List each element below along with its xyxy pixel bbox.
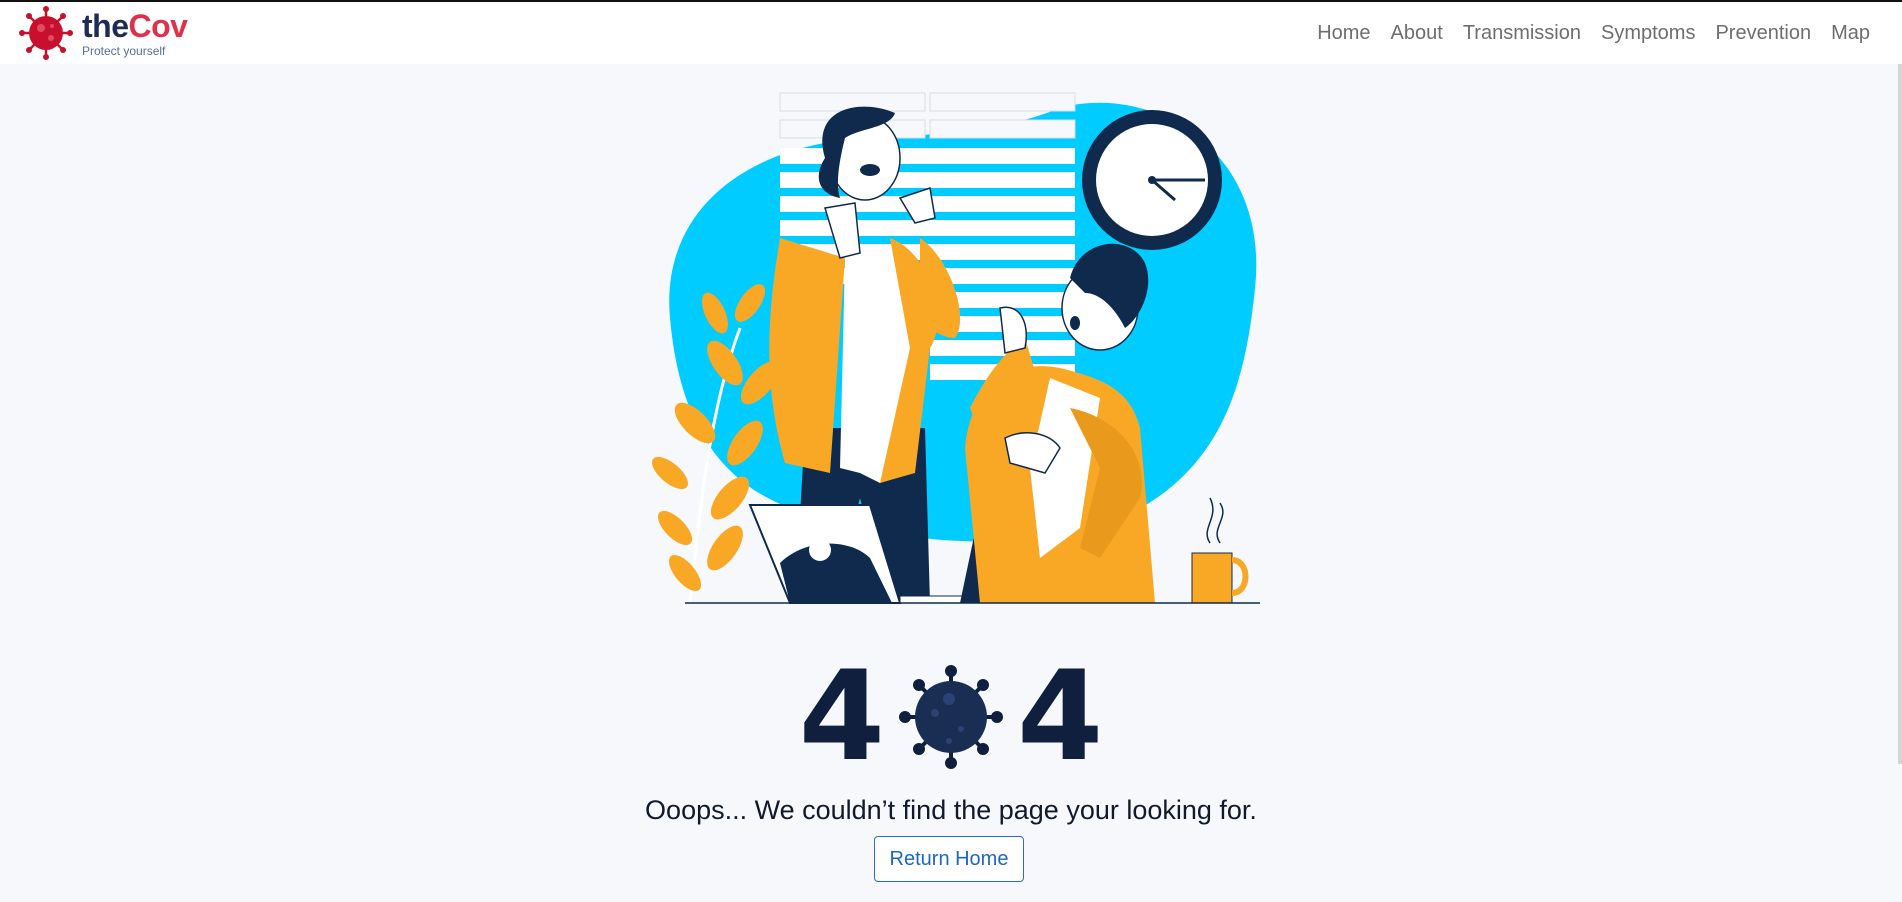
coffee-mug bbox=[1191, 497, 1249, 604]
return-home-button[interactable]: Return Home bbox=[874, 836, 1024, 882]
nav-home[interactable]: Home bbox=[1317, 22, 1370, 45]
error-digit-right: 4 bbox=[1017, 645, 1104, 789]
nav-about[interactable]: About bbox=[1391, 22, 1443, 45]
virus-icon bbox=[899, 665, 1003, 769]
error-digit-left: 4 bbox=[798, 645, 885, 789]
nav-transmission[interactable]: Transmission bbox=[1463, 22, 1581, 45]
main-nav: Home About Transmission Symptoms Prevent… bbox=[1317, 22, 1870, 45]
virus-icon bbox=[19, 6, 73, 60]
brand-tagline: Protect yourself bbox=[82, 43, 166, 58]
brand-name-part1: the bbox=[82, 7, 129, 44]
error-code-404: 4 4 bbox=[0, 655, 1902, 779]
nav-prevention[interactable]: Prevention bbox=[1715, 22, 1811, 45]
brand-logo[interactable]: theCov Protect yourself bbox=[18, 5, 188, 61]
nav-symptoms[interactable]: Symptoms bbox=[1601, 22, 1695, 45]
wall-clock bbox=[1082, 110, 1222, 250]
brand-name-part2: Cov bbox=[128, 7, 188, 44]
nav-map[interactable]: Map bbox=[1831, 22, 1870, 45]
office-illustration bbox=[651, 92, 1260, 604]
error-message: Ooops... We couldn’t find the page your … bbox=[645, 795, 1257, 825]
navbar: theCov Protect yourself Home About Trans… bbox=[0, 2, 1902, 64]
